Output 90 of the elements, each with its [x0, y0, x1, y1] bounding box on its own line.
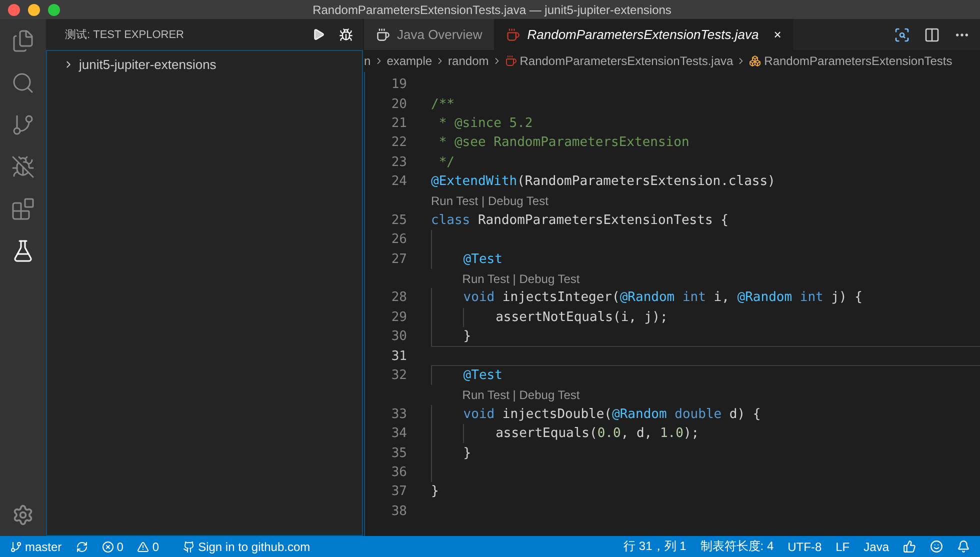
class-icon [749, 55, 762, 67]
run-test-link[interactable]: Run Test [431, 194, 478, 208]
code-line: void injectsInteger(@Random int i, @Random int j) { [431, 288, 980, 308]
github-icon[interactable] [183, 540, 196, 552]
code-line: * @since 5.2 [438, 114, 534, 133]
line-number: 34 [390, 426, 407, 442]
line-number: 36 [390, 465, 407, 480]
line-number: 26 [390, 232, 407, 248]
minimize-button[interactable] [28, 4, 40, 16]
code-line: */ [438, 154, 456, 172]
code-line: class RandomParametersExtensionTests { [431, 212, 730, 230]
cup-icon [506, 28, 520, 42]
run-test-link[interactable]: Run Test [462, 272, 510, 286]
line-number: 19 [390, 77, 407, 92]
code-line: @ExtendWith(RandomParametersExtension.class) [431, 173, 776, 192]
status-item[interactable]: 制表符长度: 4 [700, 538, 774, 555]
warnings-status[interactable]: 0 [152, 540, 160, 554]
line-number: 25 [390, 212, 407, 228]
breadcrumb[interactable]: example [386, 54, 432, 68]
editor-tab[interactable]: RandomParametersExtensionTests.java × [494, 19, 794, 50]
line-number: 20 [390, 96, 407, 112]
code-line: assertNotEquals(i, j); [431, 308, 980, 328]
separator: | [480, 194, 486, 208]
line-number: 38 [390, 504, 407, 519]
line-number: 30 [390, 329, 407, 344]
line-number: 22 [390, 135, 407, 150]
tree-label: junit5-jupiter-extensions [79, 56, 216, 72]
line-number: 24 [390, 174, 407, 190]
run-icon[interactable] [312, 28, 325, 41]
line-number: 31 [390, 348, 407, 364]
run-test-link[interactable]: Run Test [462, 388, 510, 402]
errors-status[interactable]: 0 [116, 540, 124, 554]
line-number: 21 [390, 116, 407, 131]
line-number: 28 [390, 290, 407, 306]
separator: | [512, 388, 517, 402]
breadcrumb[interactable]: random [448, 54, 489, 68]
window-title: RandomParametersExtensionTests.java — junit5-jupiter-extensions [312, 2, 672, 16]
code-line: @Test [431, 250, 980, 269]
line-number: 37 [390, 484, 407, 500]
line-number: 29 [390, 310, 407, 325]
bug-icon[interactable] [339, 28, 353, 42]
thumbs-up-icon[interactable] [903, 540, 916, 553]
breadcrumb[interactable]: RandomParametersExtensionTests [764, 54, 952, 68]
line-number: 27 [390, 252, 407, 267]
branch-status[interactable]: master [25, 540, 62, 554]
smiley-icon[interactable] [930, 540, 943, 553]
line-number: 32 [390, 368, 407, 384]
settings-icon[interactable] [12, 504, 34, 526]
compare-icon[interactable] [894, 26, 910, 42]
zoom-button[interactable] [48, 4, 60, 16]
status-item[interactable]: UTF-8 [788, 540, 822, 554]
code-line: * @see RandomParametersExtension [438, 134, 690, 152]
github-status[interactable]: Sign in to github.com [198, 540, 310, 554]
line-number: 23 [390, 154, 407, 170]
tree-item[interactable]: junit5-jupiter-extensions [47, 53, 362, 75]
code-line: } [431, 327, 980, 346]
line-number: 33 [390, 406, 407, 422]
cup-icon [504, 55, 517, 67]
extensions-icon[interactable] [11, 197, 35, 221]
warning-icon[interactable] [137, 540, 150, 552]
code-line: assertEquals(0.0, d, 1.0); [431, 424, 980, 444]
debug-test-link[interactable]: Debug Test [519, 388, 580, 402]
status-item[interactable]: Java [864, 540, 889, 554]
code-line: @Test [431, 366, 980, 386]
code-line: void injectsDouble(@Random double d) { [431, 404, 980, 424]
line-number: 35 [390, 446, 407, 461]
editor-tab[interactable]: Java Overview [364, 19, 494, 50]
code-line: } [431, 483, 440, 502]
error-icon[interactable] [102, 540, 114, 552]
bell-icon[interactable] [957, 540, 970, 553]
breadcrumb[interactable]: RandomParametersExtensionTests.java [520, 54, 734, 68]
debug-test-link[interactable]: Debug Test [519, 272, 580, 286]
split-editor-icon[interactable] [924, 26, 940, 42]
breadcrumb[interactable]: n [364, 54, 371, 68]
close-icon[interactable]: × [774, 27, 782, 42]
sidebar-title: 测试: TEST EXPLORER [65, 28, 185, 42]
status-item[interactable]: LF [836, 540, 850, 554]
debug-icon[interactable] [11, 155, 35, 179]
code-line: /** [431, 96, 456, 114]
search-icon[interactable] [11, 71, 35, 95]
close-button[interactable] [8, 4, 20, 16]
separator: | [512, 272, 517, 286]
branch-icon[interactable] [10, 540, 22, 552]
code-line: } [431, 443, 980, 463]
status-item[interactable]: 行 31，列 1 [624, 538, 686, 555]
sync-icon[interactable] [76, 540, 88, 552]
files-icon[interactable] [11, 29, 35, 53]
cup-icon [376, 28, 390, 42]
debug-test-link[interactable]: Debug Test [488, 194, 548, 208]
source-control-icon[interactable] [11, 113, 35, 137]
